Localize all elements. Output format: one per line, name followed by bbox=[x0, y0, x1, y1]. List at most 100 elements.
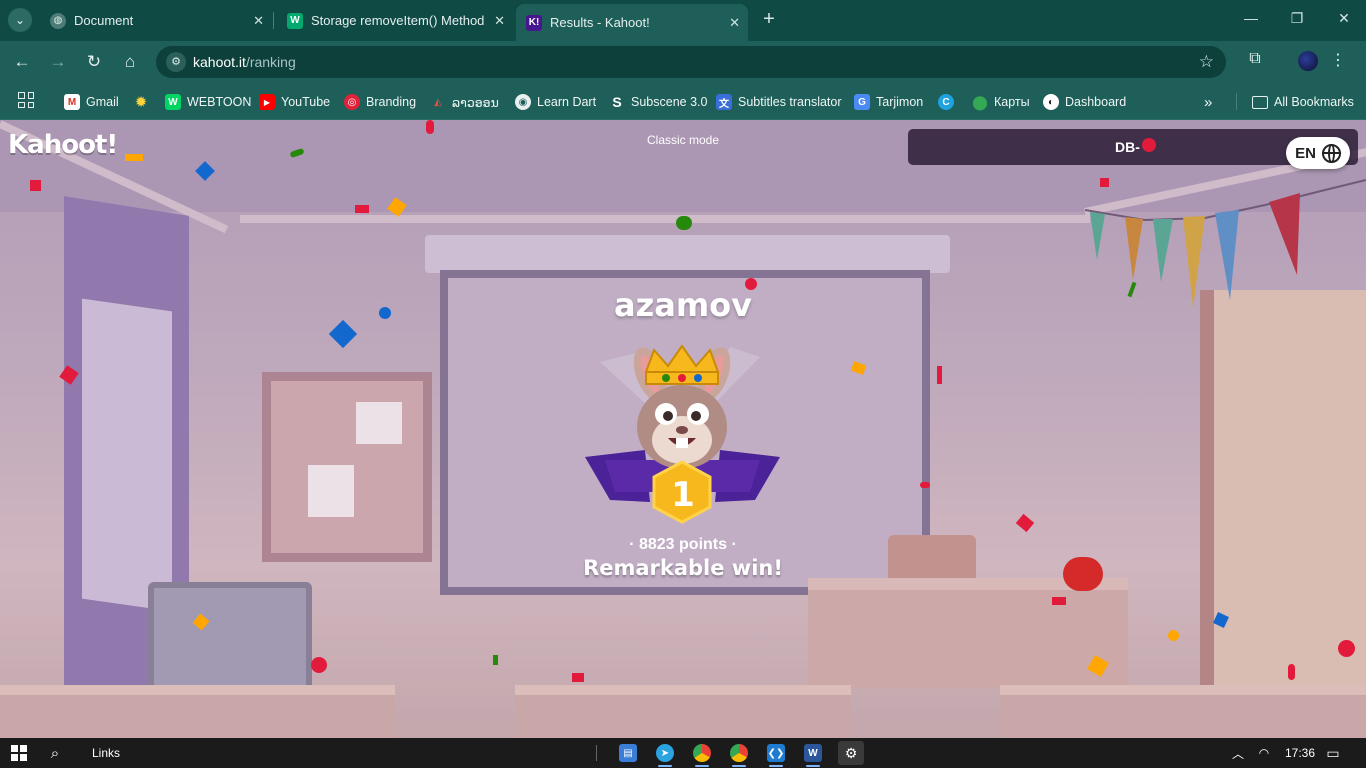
confetti bbox=[937, 366, 942, 384]
running-indicator bbox=[732, 765, 746, 767]
tab-document[interactable]: ◍ Document ✕ bbox=[40, 6, 272, 35]
apple-icon bbox=[1063, 557, 1103, 591]
subscene-icon: S bbox=[612, 94, 622, 110]
globe-icon bbox=[1321, 143, 1341, 163]
close-icon: ✕ bbox=[1338, 10, 1350, 26]
bookmarks-bar: M Gmail ✹ W WEBTOON ▶ YouTube ◎ Branding… bbox=[0, 83, 1366, 120]
game-pin: DB- bbox=[1115, 139, 1140, 155]
confetti bbox=[1338, 640, 1355, 657]
close-window-button[interactable]: ✕ bbox=[1334, 10, 1354, 27]
folder-icon bbox=[1252, 95, 1268, 109]
bookmark-youtube[interactable]: ▶ YouTube bbox=[259, 92, 330, 112]
restore-button[interactable]: ❐ bbox=[1287, 10, 1307, 27]
address-bar[interactable]: ⚙ kahoot.it/ranking ☆ bbox=[156, 46, 1226, 78]
home-button[interactable]: ⌂ bbox=[118, 50, 142, 74]
all-bookmarks-button[interactable]: All Bookmarks bbox=[1252, 92, 1354, 112]
bookmark-label: Gmail bbox=[86, 95, 119, 109]
bookmark-tarjimon[interactable]: G Tarjimon bbox=[854, 92, 923, 112]
vscode-icon[interactable]: ❮❯ bbox=[767, 744, 785, 762]
confetti bbox=[426, 120, 434, 134]
kahoot-results-page: Kahoot! Classic mode DB- azamov 1 · 8823… bbox=[0, 120, 1366, 738]
apps-grid-icon[interactable] bbox=[18, 92, 34, 108]
tab-storage-removeitem[interactable]: W Storage removeItem() Method ✕ bbox=[277, 6, 513, 35]
close-icon[interactable]: ✕ bbox=[729, 15, 740, 31]
kahoot-icon: K! bbox=[526, 14, 542, 31]
wifi-icon[interactable]: ◠ bbox=[1256, 743, 1272, 763]
bookmark-label: Branding bbox=[366, 95, 417, 109]
bookmark-branding[interactable]: ◎ Branding bbox=[344, 92, 416, 112]
webtoon-icon: W bbox=[165, 94, 181, 110]
bookmark-subtitles-translator[interactable]: 文 Subtitles translator bbox=[716, 92, 842, 112]
bookmark-dashboard[interactable]: ◐ Dashboard bbox=[1043, 92, 1126, 112]
bookmark-label: Subscene 3.0 bbox=[631, 95, 708, 109]
tab-results-kahoot[interactable]: K! Results - Kahoot! ✕ bbox=[516, 4, 748, 41]
bookmark-learn-dart[interactable]: ◉ Learn Dart bbox=[515, 92, 596, 112]
tab-title: Results - Kahoot! bbox=[550, 15, 650, 30]
gmail-icon: M bbox=[64, 94, 80, 110]
file-explorer-icon[interactable]: ▤ bbox=[619, 744, 637, 762]
arrow-left-icon: ← bbox=[13, 52, 31, 71]
url-host: kahoot.it bbox=[193, 54, 246, 70]
bookmark-star-icon[interactable]: ☆ bbox=[1199, 52, 1214, 72]
search-button[interactable]: ⌕ bbox=[46, 743, 64, 763]
arrow-right-icon: → bbox=[49, 52, 67, 71]
minimize-button[interactable]: — bbox=[1241, 10, 1261, 26]
close-icon[interactable]: ✕ bbox=[253, 13, 264, 29]
tab-title: Storage removeItem() Method bbox=[311, 13, 485, 28]
url-text[interactable]: kahoot.it/ranking bbox=[193, 54, 296, 70]
confetti bbox=[1288, 664, 1295, 680]
bookmark-maps[interactable]: ⬤ Карты bbox=[972, 92, 1029, 112]
confetti bbox=[30, 180, 41, 191]
bookmark-lao[interactable]: ◭ ລາວອອນ bbox=[430, 92, 499, 112]
restore-icon: ❐ bbox=[1290, 10, 1304, 26]
clock-time: 17:36 bbox=[1284, 746, 1316, 760]
word-icon[interactable]: W bbox=[804, 744, 822, 762]
clock[interactable]: 17:36 bbox=[1280, 743, 1320, 763]
more-menu-icon[interactable]: ⋮ bbox=[1330, 50, 1346, 70]
tab-title: Document bbox=[74, 13, 134, 28]
telegram-icon[interactable]: ➤ bbox=[656, 744, 674, 762]
more-bookmarks-button[interactable]: » bbox=[1204, 92, 1212, 112]
extensions-icon[interactable]: ⧉ bbox=[1244, 50, 1266, 72]
tab-search-button[interactable]: ⌄ bbox=[8, 8, 32, 32]
bookmark-webtoon[interactable]: W WEBTOON bbox=[165, 92, 251, 112]
links-toolbar[interactable]: Links bbox=[92, 743, 120, 763]
chrome-profile-icon[interactable] bbox=[730, 744, 748, 762]
tray-chevron-icon[interactable]: ︿ bbox=[1230, 743, 1246, 763]
windows-icon bbox=[11, 745, 27, 761]
sun-icon: ✹ bbox=[134, 94, 148, 111]
back-button[interactable]: ← bbox=[10, 50, 34, 74]
bookmark-label: ລາວອອນ bbox=[452, 95, 499, 110]
settings-icon[interactable]: ⚙ bbox=[838, 741, 864, 765]
bookmark-label: Learn Dart bbox=[537, 95, 597, 109]
language-button[interactable]: EN bbox=[1286, 137, 1350, 169]
profile-avatar[interactable] bbox=[1298, 51, 1318, 71]
site-info-icon[interactable]: ⚙ bbox=[166, 52, 186, 72]
bookmark-label: All Bookmarks bbox=[1274, 95, 1354, 109]
browser-toolbar: ← → ↻ ⌂ ⚙ kahoot.it/ranking ☆ ⧉ ⋮ bbox=[0, 41, 1366, 83]
bookmark-label: WEBTOON bbox=[187, 95, 252, 109]
forward-button[interactable]: → bbox=[46, 50, 70, 74]
reload-button[interactable]: ↻ bbox=[82, 50, 106, 74]
winner-name: azamov bbox=[614, 286, 752, 324]
confetti bbox=[125, 154, 143, 161]
confetti bbox=[311, 657, 327, 673]
url-path: /ranking bbox=[245, 54, 296, 70]
bookmark-gmail[interactable]: M Gmail bbox=[64, 92, 119, 112]
confetti bbox=[493, 655, 498, 665]
dart-icon: ◉ bbox=[515, 94, 531, 110]
home-icon: ⌂ bbox=[124, 52, 136, 71]
tarjimon-icon: G bbox=[854, 94, 870, 110]
tab-divider bbox=[273, 12, 274, 29]
start-button[interactable] bbox=[10, 743, 28, 763]
bookmark-subscene[interactable]: S Subscene 3.0 bbox=[609, 92, 707, 112]
notifications-icon[interactable]: ▭ bbox=[1324, 743, 1342, 763]
youtube-icon: ▶ bbox=[259, 94, 275, 110]
bookmark-canva[interactable]: C bbox=[938, 92, 960, 112]
bookmark-sun[interactable]: ✹ bbox=[133, 92, 155, 112]
bookmarks-divider bbox=[1236, 93, 1237, 110]
search-icon: ⌕ bbox=[50, 744, 60, 762]
new-tab-button[interactable]: + bbox=[758, 8, 780, 30]
chrome-icon[interactable] bbox=[693, 744, 711, 762]
close-icon[interactable]: ✕ bbox=[494, 13, 505, 29]
